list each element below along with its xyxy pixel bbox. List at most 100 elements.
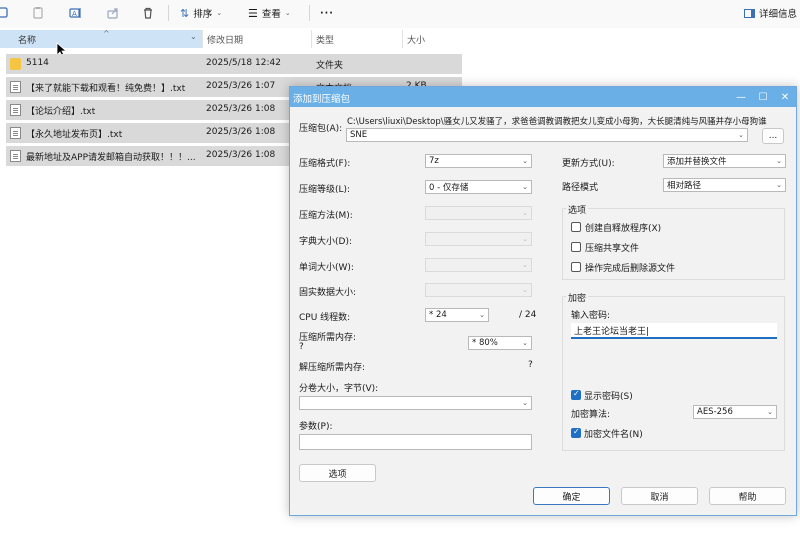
file-date: 2025/3/26 1:08 [206, 104, 276, 114]
file-date: 2025/3/26 1:08 [206, 127, 276, 137]
dialog-titlebar[interactable]: 添加到压缩包 — ☐ ✕ [290, 87, 796, 107]
level-label: 压缩等级(L): [299, 185, 351, 195]
cpu-threads-select[interactable]: * 24 ⌄ [425, 308, 489, 322]
sfx-label: 创建自释放程序(X) [585, 224, 662, 234]
chevron-down-icon: ⌄ [776, 157, 782, 165]
cpu-threads-value: * 24 [429, 310, 447, 320]
path-mode-select[interactable]: 相对路径 ⌄ [663, 178, 786, 192]
chevron-down-icon: ⌄ [522, 183, 528, 191]
level-select[interactable]: 0 - 仅存储 ⌄ [425, 180, 532, 194]
params-input[interactable] [299, 434, 532, 450]
copy-icon[interactable] [0, 5, 12, 21]
password-value: 上老王论坛当老王| [574, 326, 650, 337]
rename-icon[interactable]: A [68, 5, 84, 21]
maximize-icon[interactable]: ☐ [756, 90, 770, 104]
dialog-title: 添加到压缩包 [293, 94, 351, 105]
column-header-size[interactable]: 大小 [403, 30, 463, 48]
path-mode-label: 路径模式 [562, 183, 599, 193]
encrypt-names-checkbox[interactable] [571, 427, 581, 438]
file-type: 文件夹 [316, 61, 344, 71]
sort-up-icon: ^ [103, 29, 110, 38]
password-label: 输入密码: [571, 311, 611, 321]
share-icon[interactable] [105, 5, 121, 21]
ok-button[interactable]: 确定 [533, 487, 610, 505]
split-size-label: 分卷大小，字节(V): [299, 384, 379, 394]
sfx-checkbox[interactable] [571, 222, 581, 232]
file-name: 最新地址及APP请发邮箱自动获取！！！... [26, 153, 196, 163]
encryption-method-select[interactable]: AES-256 ⌄ [693, 405, 777, 419]
sort-label: 排序 [193, 9, 213, 20]
help-button[interactable]: 帮助 [709, 487, 786, 505]
paste-icon[interactable] [30, 5, 46, 21]
update-mode-label: 更新方式(U): [562, 159, 615, 169]
more-options-button[interactable]: ··· [320, 5, 334, 21]
split-size-combo[interactable]: ⌄ [299, 396, 532, 410]
chevron-down-icon: ⌄ [522, 399, 528, 407]
details-pane-button[interactable]: 详细信息 [744, 5, 797, 21]
cpu-threads-label: CPU 线程数: [299, 313, 351, 323]
mem-comp-unknown: ? [299, 342, 304, 352]
options-group-title: 选项 [566, 203, 589, 216]
encryption-group-title: 加密 [566, 291, 589, 304]
chevron-down-icon: ⌄ [479, 311, 485, 319]
word-size-label: 单词大小(W): [299, 263, 354, 273]
word-size-select[interactable]: ⌄ [425, 258, 532, 272]
solid-size-select[interactable]: ⌄ [425, 283, 532, 297]
mem-comp-label: 压缩所需内存: [299, 333, 357, 343]
mem-usage-select[interactable]: * 80% ⌄ [468, 336, 532, 350]
browse-button[interactable]: ... [762, 128, 784, 144]
mem-decomp-label: 解压缩所需内存: [299, 363, 366, 373]
archive-name-combo[interactable]: SNE ⌄ [346, 128, 748, 142]
cancel-button[interactable]: 取消 [621, 487, 698, 505]
method-select[interactable]: ⌄ [425, 206, 532, 220]
chevron-down-icon: ⌄ [216, 9, 223, 17]
column-header-name[interactable]: 名称 ^ ⌄ [0, 29, 202, 48]
details-pane-icon [744, 8, 755, 18]
details-label: 详细信息 [759, 9, 798, 20]
chevron-down-icon: ⌄ [522, 157, 528, 165]
file-date: 2025/3/26 1:07 [206, 81, 276, 91]
column-date-label: 修改日期 [207, 35, 244, 46]
dict-size-label: 字典大小(D): [299, 237, 352, 247]
text-file-icon [10, 150, 21, 162]
file-name: 5114 [26, 58, 49, 68]
sort-icon: ⇅ [180, 6, 190, 20]
dict-size-select[interactable]: ⌄ [425, 232, 532, 246]
column-header-date[interactable]: 修改日期 [203, 30, 311, 48]
minimize-icon[interactable]: — [734, 90, 748, 104]
options-button[interactable]: 选项 [299, 464, 376, 482]
file-name: 【永久地址发布页】.txt [26, 130, 123, 140]
update-mode-select[interactable]: 添加并替换文件 ⌄ [663, 154, 786, 168]
sort-button[interactable]: ⇅ 排序 ⌄ [180, 5, 222, 21]
show-password-checkbox[interactable] [571, 389, 581, 400]
close-icon[interactable]: ✕ [778, 90, 792, 104]
format-select[interactable]: 7z ⌄ [425, 154, 532, 168]
explorer-toolbar: A ⇅ 排序 ⌄ ☰ 查看 ⌄ ··· 详细信息 [0, 0, 800, 28]
view-label: 查看 [261, 9, 281, 20]
chevron-down-icon: ⌄ [522, 339, 528, 347]
column-header-type[interactable]: 类型 [312, 30, 402, 48]
format-value: 7z [429, 156, 439, 166]
text-file-icon [10, 81, 21, 93]
text-file-icon [10, 104, 21, 116]
chevron-down-icon: ⌄ [767, 408, 773, 416]
mem-decomp-unknown: ? [528, 360, 533, 370]
view-button[interactable]: ☰ 查看 ⌄ [248, 5, 291, 21]
method-label: 压缩方法(M): [299, 211, 353, 221]
delete-after-checkbox[interactable] [571, 262, 581, 272]
toolbar-divider [309, 5, 310, 21]
shared-checkbox[interactable] [571, 242, 581, 252]
mem-usage-value: * 80% [472, 338, 498, 348]
archive-name-value: SNE [350, 130, 368, 140]
password-input[interactable]: 上老王论坛当老王| [571, 323, 777, 339]
folder-icon [10, 58, 21, 70]
chevron-down-icon[interactable]: ⌄ [190, 32, 197, 41]
file-date: 2025/3/26 1:08 [206, 150, 276, 160]
delete-icon[interactable] [140, 5, 156, 21]
file-row[interactable]: 5114 2025/5/18 12:42 文件夹 [6, 54, 462, 74]
params-label: 参数(P): [299, 422, 333, 432]
text-file-icon [10, 127, 21, 139]
chevron-down-icon: ⌄ [522, 235, 528, 243]
column-size-label: 大小 [407, 35, 426, 46]
show-password-label: 显示密码(S) [584, 392, 633, 402]
